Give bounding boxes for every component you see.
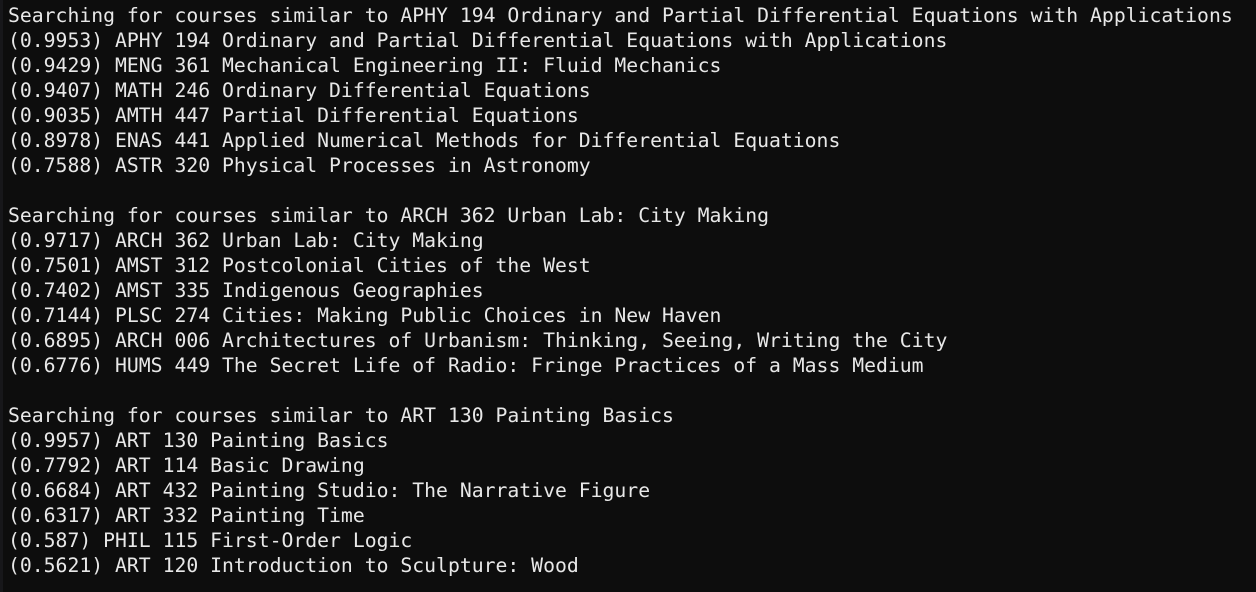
search-result-line: (0.5621) ART 120 Introduction to Sculptu… — [8, 554, 579, 577]
search-result-line: (0.7792) ART 114 Basic Drawing — [8, 454, 365, 477]
search-query-line: Searching for courses similar to APHY 19… — [8, 4, 1233, 27]
search-result-line: (0.7402) AMST 335 Indigenous Geographies — [8, 279, 484, 302]
search-result-line: (0.9429) MENG 361 Mechanical Engineering… — [8, 54, 722, 77]
search-result-line: (0.9957) ART 130 Painting Basics — [8, 429, 389, 452]
search-result-line: (0.7144) PLSC 274 Cities: Making Public … — [8, 304, 722, 327]
terminal-output-text: Searching for courses similar to APHY 19… — [0, 0, 1256, 578]
search-result-line: (0.7501) AMST 312 Postcolonial Cities of… — [8, 254, 591, 277]
search-result-line: (0.9953) APHY 194 Ordinary and Partial D… — [8, 29, 948, 52]
search-result-line: (0.6317) ART 332 Painting Time — [8, 504, 365, 527]
search-result-line: (0.8978) ENAS 441 Applied Numerical Meth… — [8, 129, 841, 152]
terminal-window[interactable]: Searching for courses similar to APHY 19… — [0, 0, 1256, 592]
search-result-line: (0.7588) ASTR 320 Physical Processes in … — [8, 154, 591, 177]
search-result-line: (0.6684) ART 432 Painting Studio: The Na… — [8, 479, 651, 502]
search-result-line: (0.6895) ARCH 006 Architectures of Urban… — [8, 329, 948, 352]
search-query-line: Searching for courses similar to ART 130… — [8, 404, 674, 427]
search-result-line: (0.9717) ARCH 362 Urban Lab: City Making — [8, 229, 484, 252]
search-result-line: (0.6776) HUMS 449 The Secret Life of Rad… — [8, 354, 924, 377]
search-query-line: Searching for courses similar to ARCH 36… — [8, 204, 769, 227]
search-result-line: (0.9407) MATH 246 Ordinary Differential … — [8, 79, 591, 102]
search-result-line: (0.9035) AMTH 447 Partial Differential E… — [8, 104, 579, 127]
search-result-line: (0.587) PHIL 115 First-Order Logic — [8, 529, 413, 552]
